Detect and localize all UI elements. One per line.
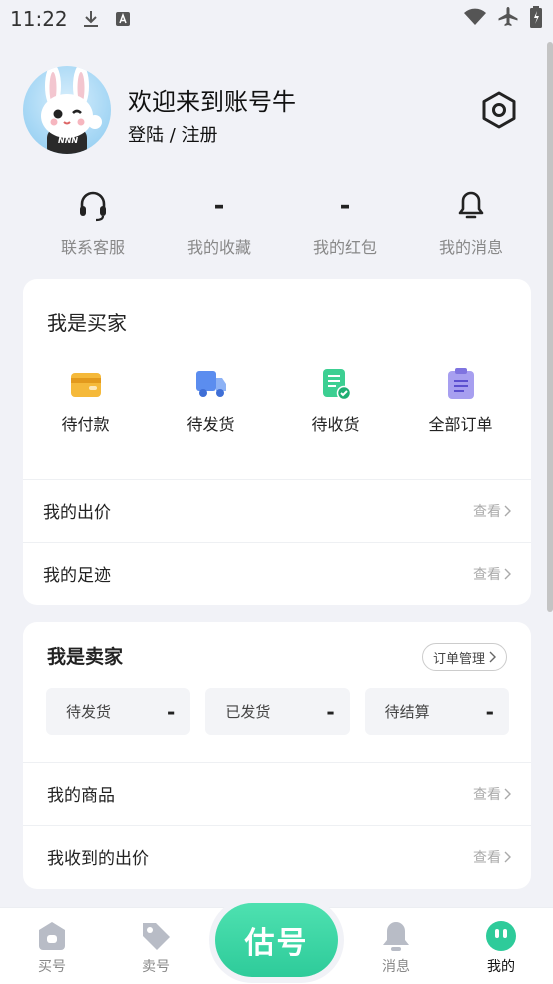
view-link[interactable]: 查看 — [473, 784, 511, 804]
tab-mine[interactable]: 我的 — [461, 908, 541, 984]
shopping-bag-icon — [34, 918, 70, 954]
buyer-title: 我是买家 — [47, 311, 127, 335]
received-bids-row[interactable]: 我收到的出价 查看 — [23, 825, 531, 887]
chevron-right-icon — [489, 651, 497, 663]
box-label: 待结算 — [384, 703, 430, 721]
box-value: - — [485, 699, 494, 724]
row-label: 我的商品 — [47, 786, 115, 806]
view-link[interactable]: 查看 — [473, 501, 511, 521]
chevron-right-icon — [504, 568, 511, 579]
box-label: 已发货 — [225, 703, 271, 721]
tab-messages[interactable]: 消息 — [356, 908, 436, 984]
stat-label: 我的红包 — [312, 238, 377, 257]
headset-icon — [80, 191, 106, 222]
settings-button[interactable] — [479, 90, 519, 130]
view-link[interactable]: 查看 — [473, 564, 511, 584]
order-label: 待收货 — [311, 415, 360, 434]
stat-label: 我的消息 — [438, 238, 503, 257]
estimate-button[interactable]: 估号 — [215, 903, 338, 977]
wallet-icon — [69, 367, 103, 401]
clipboard-list-icon — [444, 367, 478, 401]
stat-red-packets[interactable]: - 我的红包 — [282, 188, 408, 260]
tab-label: 我的 — [487, 959, 515, 975]
stat-favorites[interactable]: - 我的收藏 — [156, 188, 282, 260]
tab-label: 卖号 — [142, 959, 170, 975]
seller-pending-settlement[interactable]: 待结算 - — [364, 688, 509, 735]
buyer-card: 我是买家 待付款 待发货 待收货 全部订单 我的出价 查看 我的足迹 查看 — [23, 279, 531, 605]
view-link-text: 查看 — [473, 503, 501, 520]
view-link-text: 查看 — [473, 566, 501, 583]
order-label: 待发货 — [186, 415, 235, 434]
status-time: 11:22 — [10, 7, 68, 31]
order-management-button[interactable]: 订单管理 — [422, 643, 508, 671]
row-label: 我的足迹 — [43, 566, 111, 586]
box-value: - — [326, 699, 335, 724]
box-value: - — [167, 699, 176, 724]
stat-label: 联系客服 — [60, 238, 125, 257]
wifi-icon — [463, 8, 487, 30]
tab-label: 消息 — [382, 959, 410, 975]
stat-value: - — [213, 191, 225, 221]
settings-hexagon-icon — [482, 91, 516, 129]
order-pending-shipment[interactable]: 待发货 — [148, 367, 273, 435]
view-link[interactable]: 查看 — [473, 847, 511, 867]
stat-label: 我的收藏 — [186, 238, 251, 257]
buyer-orders: 待付款 待发货 待收货 全部订单 — [23, 367, 531, 435]
chevron-right-icon — [504, 788, 511, 799]
price-tag-icon — [138, 918, 174, 954]
status-bar: 11:22 — [0, 0, 553, 38]
tab-sell[interactable]: 卖号 — [116, 908, 196, 984]
seller-status-boxes: 待发货 - 已发货 - 待结算 - — [46, 688, 509, 735]
bell-icon — [458, 191, 484, 219]
avatar[interactable]: NNN — [23, 66, 111, 154]
tab-buy[interactable]: 买号 — [12, 908, 92, 984]
tab-label: 买号 — [38, 959, 66, 975]
stat-value: - — [339, 191, 351, 221]
smiley-face-icon — [483, 918, 519, 954]
order-label: 待付款 — [61, 415, 110, 434]
seller-shipped[interactable]: 已发货 - — [205, 688, 350, 735]
quick-stats: 联系客服 - 我的收藏 - 我的红包 我的消息 — [30, 188, 534, 260]
scrollbar[interactable] — [547, 42, 553, 612]
stat-customer-service[interactable]: 联系客服 — [30, 188, 156, 260]
login-register-link[interactable]: 登陆 / 注册 — [128, 121, 218, 147]
view-link-text: 查看 — [473, 786, 501, 803]
avatar-shirt-text: NNN — [58, 136, 79, 145]
status-right-icons — [463, 6, 543, 32]
keyboard-a-icon — [114, 10, 132, 28]
view-link-text: 查看 — [473, 849, 501, 866]
receipt-check-icon — [319, 367, 353, 401]
order-all[interactable]: 全部订单 — [398, 367, 523, 435]
welcome-title: 欢迎来到账号牛 — [128, 88, 296, 116]
order-pending-receipt[interactable]: 待收货 — [273, 367, 398, 435]
seller-pending-shipment[interactable]: 待发货 - — [46, 688, 191, 735]
chevron-right-icon — [504, 505, 511, 516]
my-footprints-row[interactable]: 我的足迹 查看 — [23, 542, 531, 604]
box-label: 待发货 — [66, 703, 112, 721]
my-products-row[interactable]: 我的商品 查看 — [23, 762, 531, 824]
stat-messages[interactable]: 我的消息 — [408, 188, 534, 260]
order-management-label: 订单管理 — [433, 651, 486, 667]
order-pending-payment[interactable]: 待付款 — [23, 367, 148, 435]
seller-title: 我是卖家 — [47, 646, 124, 668]
airplane-mode-icon — [497, 6, 519, 32]
my-bids-row[interactable]: 我的出价 查看 — [23, 479, 531, 541]
row-label: 我的出价 — [43, 503, 111, 523]
row-label: 我收到的出价 — [47, 849, 149, 869]
download-icon — [82, 10, 100, 28]
order-label: 全部订单 — [428, 415, 493, 434]
battery-icon — [529, 6, 543, 32]
seller-card: 我是卖家 订单管理 待发货 - 已发货 - 待结算 - 我的商品 查看 我收到的… — [23, 622, 531, 889]
bell-icon — [378, 918, 414, 954]
chevron-right-icon — [504, 851, 511, 862]
delivery-truck-icon — [194, 367, 228, 401]
